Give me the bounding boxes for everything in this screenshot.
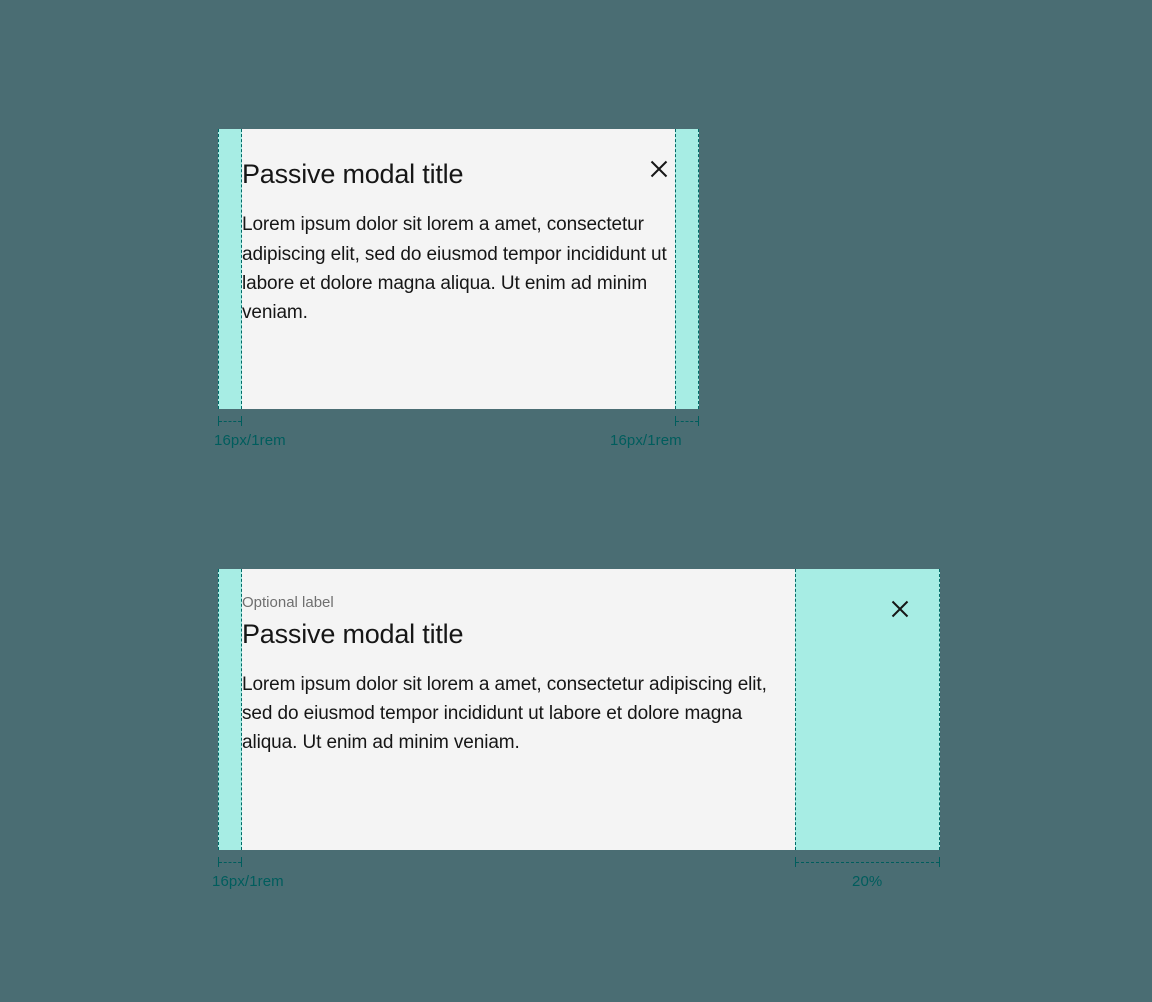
modal-title: Passive modal title bbox=[242, 157, 675, 192]
measure-label-left: 16px/1rem bbox=[212, 873, 284, 890]
padding-guide-right bbox=[675, 129, 699, 409]
close-icon[interactable] bbox=[890, 599, 910, 619]
modal-body: Lorem ipsum dolor sit lorem a amet, cons… bbox=[242, 210, 675, 328]
passive-modal-large: Optional label Passive modal title Lorem… bbox=[218, 569, 940, 850]
measure-bracket bbox=[675, 416, 699, 426]
padding-guide-left bbox=[218, 129, 242, 409]
measure-bracket bbox=[795, 857, 940, 867]
modal-label: Optional label bbox=[242, 593, 795, 613]
measure-label-left: 16px/1rem bbox=[214, 432, 286, 449]
modal-body: Lorem ipsum dolor sit lorem a amet, cons… bbox=[242, 670, 795, 758]
measure-bracket bbox=[218, 857, 242, 867]
padding-guide-left bbox=[218, 569, 242, 850]
measure-label-right: 20% bbox=[852, 873, 882, 890]
modal-title: Passive modal title bbox=[242, 617, 795, 652]
modal-content: Passive modal title Lorem ipsum dolor si… bbox=[242, 129, 675, 409]
measure-label-right: 16px/1rem bbox=[610, 432, 682, 449]
padding-guide-right bbox=[795, 569, 940, 850]
close-icon[interactable] bbox=[649, 159, 669, 179]
passive-modal-small: Passive modal title Lorem ipsum dolor si… bbox=[218, 129, 699, 409]
modal-content: Optional label Passive modal title Lorem… bbox=[242, 569, 795, 850]
measure-bracket bbox=[218, 416, 242, 426]
